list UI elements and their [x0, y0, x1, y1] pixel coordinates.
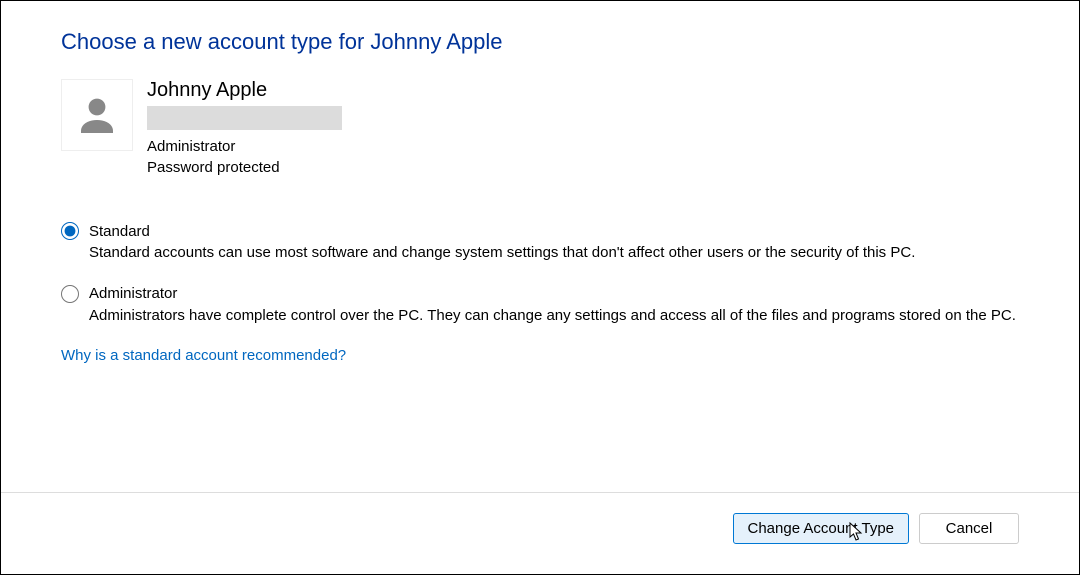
account-status: Password protected [147, 157, 342, 178]
account-name: Johnny Apple [147, 79, 342, 102]
help-link[interactable]: Why is a standard account recommended? [61, 347, 346, 364]
radio-administrator[interactable] [61, 285, 79, 303]
account-role: Administrator [147, 136, 342, 157]
option-administrator-desc: Administrators have complete control ove… [89, 305, 1019, 328]
radio-standard[interactable] [61, 222, 79, 240]
account-summary: Johnny Apple Administrator Password prot… [61, 79, 1019, 178]
option-administrator-label: Administrator [89, 285, 177, 302]
avatar [61, 79, 133, 151]
account-email-redacted [147, 106, 342, 130]
cancel-button[interactable]: Cancel [919, 513, 1019, 544]
option-standard-desc: Standard accounts can use most software … [89, 242, 1019, 265]
user-icon [73, 91, 121, 139]
option-standard[interactable]: Standard Standard accounts can use most … [61, 222, 1019, 265]
page-heading: Choose a new account type for Johnny App… [61, 29, 1019, 55]
option-administrator[interactable]: Administrator Administrators have comple… [61, 285, 1019, 328]
option-standard-label: Standard [89, 223, 150, 240]
footer: Change Account Type Cancel [1, 492, 1079, 574]
change-account-type-button[interactable]: Change Account Type [733, 513, 910, 544]
